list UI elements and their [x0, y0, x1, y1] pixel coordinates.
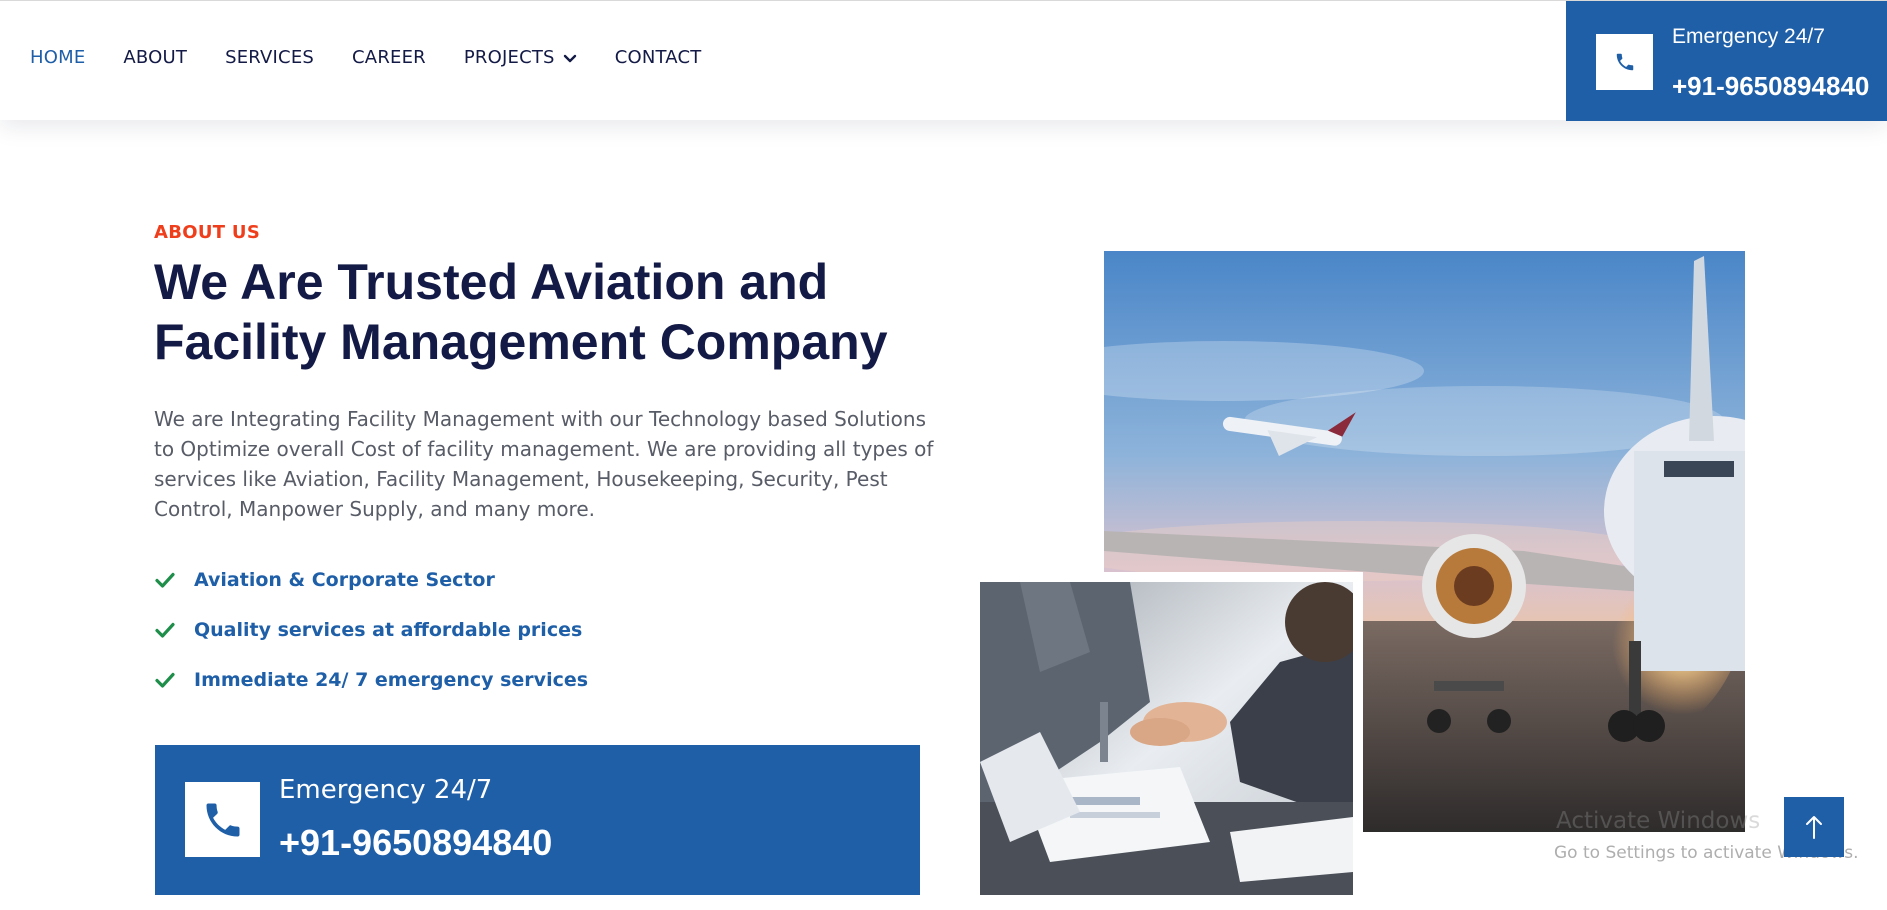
site-header: HOME ABOUT SERVICES CAREER PROJECTS CONT…: [0, 0, 1887, 121]
emergency-phone[interactable]: +91-9650894840: [279, 822, 552, 864]
feature-text: Immediate 24/ 7 emergency services: [194, 669, 589, 691]
page-title: We Are Trusted Aviation and Facility Man…: [154, 252, 934, 372]
arrow-up-icon: [1806, 816, 1822, 839]
main-nav: HOME ABOUT SERVICES CAREER PROJECTS CONT…: [30, 47, 739, 68]
feature-text: Quality services at affordable prices: [194, 619, 583, 641]
chevron-down-icon: [563, 54, 576, 62]
header-phone-icon-box: [1596, 34, 1653, 90]
nav-career[interactable]: CAREER: [352, 47, 426, 68]
feature-item: Aviation & Corporate Sector: [154, 555, 588, 605]
header-emergency-label: Emergency 24/7: [1672, 25, 1825, 48]
section-tag: ABOUT US: [154, 222, 261, 243]
scroll-to-top-button[interactable]: [1784, 797, 1844, 857]
check-icon: [155, 572, 175, 588]
phone-icon: [206, 803, 239, 836]
nav-projects-label: PROJECTS: [463, 47, 555, 68]
page-title-line-2: Facility Management Company: [154, 314, 888, 370]
phone-icon: [1616, 53, 1633, 71]
feature-item: Quality services at affordable prices: [154, 605, 588, 655]
emergency-phone-icon-box: [185, 782, 260, 857]
emergency-label: Emergency 24/7: [279, 775, 493, 805]
feature-text: Aviation & Corporate Sector: [194, 569, 495, 591]
activate-windows-title: Activate Windows: [1556, 808, 1761, 834]
page: HOME ABOUT SERVICES CAREER PROJECTS CONT…: [0, 0, 1887, 910]
feature-list: Aviation & Corporate Sector Quality serv…: [154, 555, 588, 705]
handshake-illustration: [980, 582, 1353, 895]
emergency-contact-box[interactable]: Emergency 24/7 +91-9650894840: [155, 745, 920, 895]
about-description: We are Integrating Facility Management w…: [154, 407, 934, 521]
header-emergency-phone[interactable]: +91-9650894840: [1672, 71, 1869, 102]
handshake-image: [970, 572, 1363, 905]
check-icon: [155, 672, 175, 688]
nav-services[interactable]: SERVICES: [225, 47, 314, 68]
nav-about[interactable]: ABOUT: [123, 47, 187, 68]
nav-contact[interactable]: CONTACT: [615, 47, 702, 68]
header-emergency-box[interactable]: Emergency 24/7 +91-9650894840: [1566, 1, 1887, 121]
page-title-line-1: We Are Trusted Aviation and: [154, 254, 829, 310]
check-icon: [155, 622, 175, 638]
nav-home[interactable]: HOME: [30, 47, 85, 68]
nav-projects[interactable]: PROJECTS: [464, 47, 577, 68]
feature-item: Immediate 24/ 7 emergency services: [154, 655, 588, 705]
